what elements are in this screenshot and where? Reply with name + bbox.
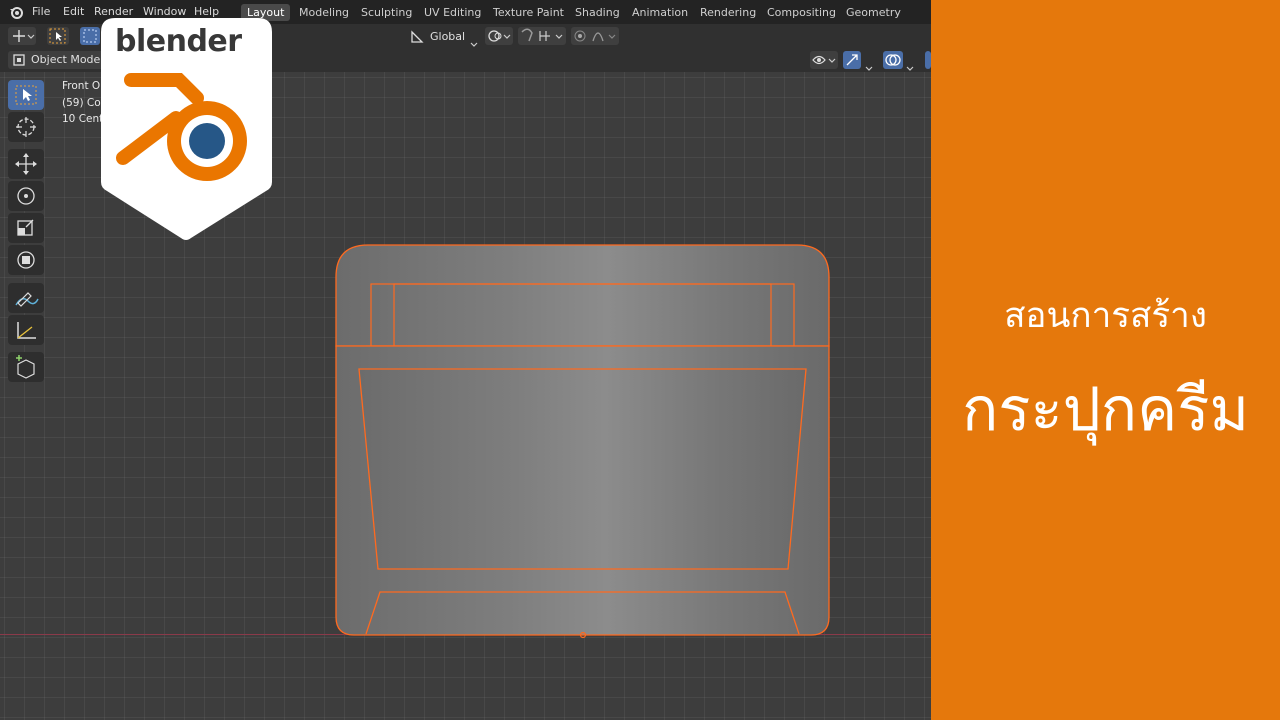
- blender-logo-text: blender: [115, 24, 242, 59]
- mode-label: Object Mode: [31, 53, 101, 66]
- gizmo-toggle-button[interactable]: [843, 51, 861, 69]
- tab-shading[interactable]: Shading: [569, 4, 626, 21]
- blender-icon[interactable]: [9, 5, 23, 19]
- tool-transform[interactable]: [8, 245, 44, 275]
- visibility-button[interactable]: [810, 51, 838, 69]
- units-label: 10 Cent: [62, 113, 104, 125]
- tab-modeling[interactable]: Modeling: [293, 4, 355, 21]
- jar-lid: [335, 244, 830, 347]
- tab-animation[interactable]: Animation: [626, 4, 694, 21]
- tab-geometry-nodes[interactable]: Geometry Nodes: [840, 4, 931, 36]
- overlays-toggle-button[interactable]: [883, 51, 903, 69]
- tab-sculpting[interactable]: Sculpting: [355, 4, 418, 21]
- blender-app: File Edit Render Window Help Layout Mode…: [0, 0, 931, 720]
- tab-texture-paint[interactable]: Texture Paint: [487, 4, 570, 21]
- select-mode-new-button[interactable]: [80, 27, 100, 45]
- tab-compositing[interactable]: Compositing: [761, 4, 842, 21]
- mode-dropdown[interactable]: Object Mode: [8, 51, 106, 69]
- proportional-editing-button[interactable]: [571, 27, 619, 45]
- tab-rendering[interactable]: Rendering: [694, 4, 762, 21]
- collection-label: (59) Col: [62, 97, 104, 109]
- transform-orientation-dropdown[interactable]: Global: [430, 30, 465, 43]
- menu-file[interactable]: File: [32, 5, 50, 18]
- tool-measure[interactable]: [8, 315, 44, 345]
- title-line-2: กระปุกครีม: [961, 375, 1250, 445]
- transform-pivot-button[interactable]: [8, 27, 36, 45]
- tool-rotate[interactable]: [8, 181, 44, 211]
- tool-cursor[interactable]: [8, 112, 44, 142]
- title-line-1: สอนการสร้าง: [1004, 296, 1207, 336]
- menu-edit[interactable]: Edit: [63, 5, 84, 18]
- title-panel: สอนการสร้าง กระปุกครีม: [931, 0, 1280, 720]
- tool-scale[interactable]: [8, 213, 44, 243]
- select-box-mode-button[interactable]: [47, 27, 69, 45]
- view-name-label: Front Or: [62, 80, 105, 92]
- menu-render[interactable]: Render: [94, 5, 133, 18]
- tab-uv-editing[interactable]: UV Editing: [418, 4, 487, 21]
- orientation-icon: [410, 29, 424, 48]
- blender-logo-badge: blender: [101, 18, 272, 242]
- tool-select-box[interactable]: [8, 80, 44, 110]
- menu-help[interactable]: Help: [194, 5, 219, 18]
- tool-annotate[interactable]: [8, 283, 44, 313]
- menu-window[interactable]: Window: [143, 5, 186, 18]
- tool-move[interactable]: [8, 149, 44, 179]
- tool-add-cube[interactable]: [8, 352, 44, 382]
- jar-inner-wall: [358, 368, 807, 570]
- pivot-point-button[interactable]: [485, 27, 513, 45]
- snapping-button[interactable]: [518, 27, 566, 45]
